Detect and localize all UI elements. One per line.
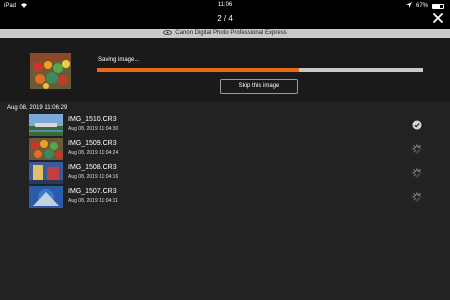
image-filename: IMG_1508.CR3 [68,164,117,171]
image-timestamp: Aug 08, 2019 11:04:11 [68,198,118,204]
image-filename: IMG_1507.CR3 [68,188,117,195]
save-progress-fill [97,68,300,72]
skip-image-button[interactable]: Skip this image [220,79,298,94]
saving-panel: Saving image... Skip this image [0,38,450,101]
status-bar: iPad 11:06 67% [0,0,450,11]
list-item[interactable]: IMG_1509.CR3 Aug 08, 2019 11:04:24 [0,138,450,160]
nav-bar: 2 / 4 [0,11,450,28]
battery-icon [432,3,444,9]
image-timestamp: Aug 08, 2019 11:04:24 [68,150,119,156]
current-image-thumbnail [30,53,71,89]
spinner-icon [412,192,422,202]
image-thumbnail [29,162,63,184]
image-list: Aug 08, 2019 11:06:29 IMG_1510.CR3 Aug 0… [0,101,450,300]
image-timestamp: Aug 08, 2019 11:04:30 [68,126,119,132]
status-bar-time: 11:06 [217,2,233,8]
battery-percent: 67% [415,3,428,9]
image-thumbnail [29,186,63,208]
image-timestamp: Aug 08, 2019 11:04:16 [68,174,119,180]
image-filename: IMG_1510.CR3 [68,116,117,123]
close-icon [433,13,443,23]
canon-logo-icon [163,30,173,35]
list-item[interactable]: IMG_1507.CR3 Aug 08, 2019 11:04:11 [0,186,450,208]
spinner-icon [412,144,422,154]
save-progress-bar [97,68,423,72]
image-filename: IMG_1509.CR3 [68,140,117,147]
saving-status: Saving image... [98,57,140,63]
location-icon [405,2,412,10]
close-button[interactable] [431,11,445,25]
image-thumbnail [29,138,63,160]
list-date-header: Aug 08, 2019 11:06:29 [7,105,68,111]
spinner-icon [412,168,422,178]
list-item[interactable]: IMG_1510.CR3 Aug 08, 2019 11:04:30 [0,114,450,136]
check-circle-icon [412,120,422,130]
list-item[interactable]: IMG_1508.CR3 Aug 08, 2019 11:04:16 [0,162,450,184]
status-bar-right: 67% [405,2,444,10]
image-thumbnail [29,114,63,136]
app-banner: Canon Digital Photo Professional Express [0,29,450,38]
banner-title: Canon Digital Photo Professional Express [175,30,287,36]
image-counter: 2 / 4 [217,14,233,23]
